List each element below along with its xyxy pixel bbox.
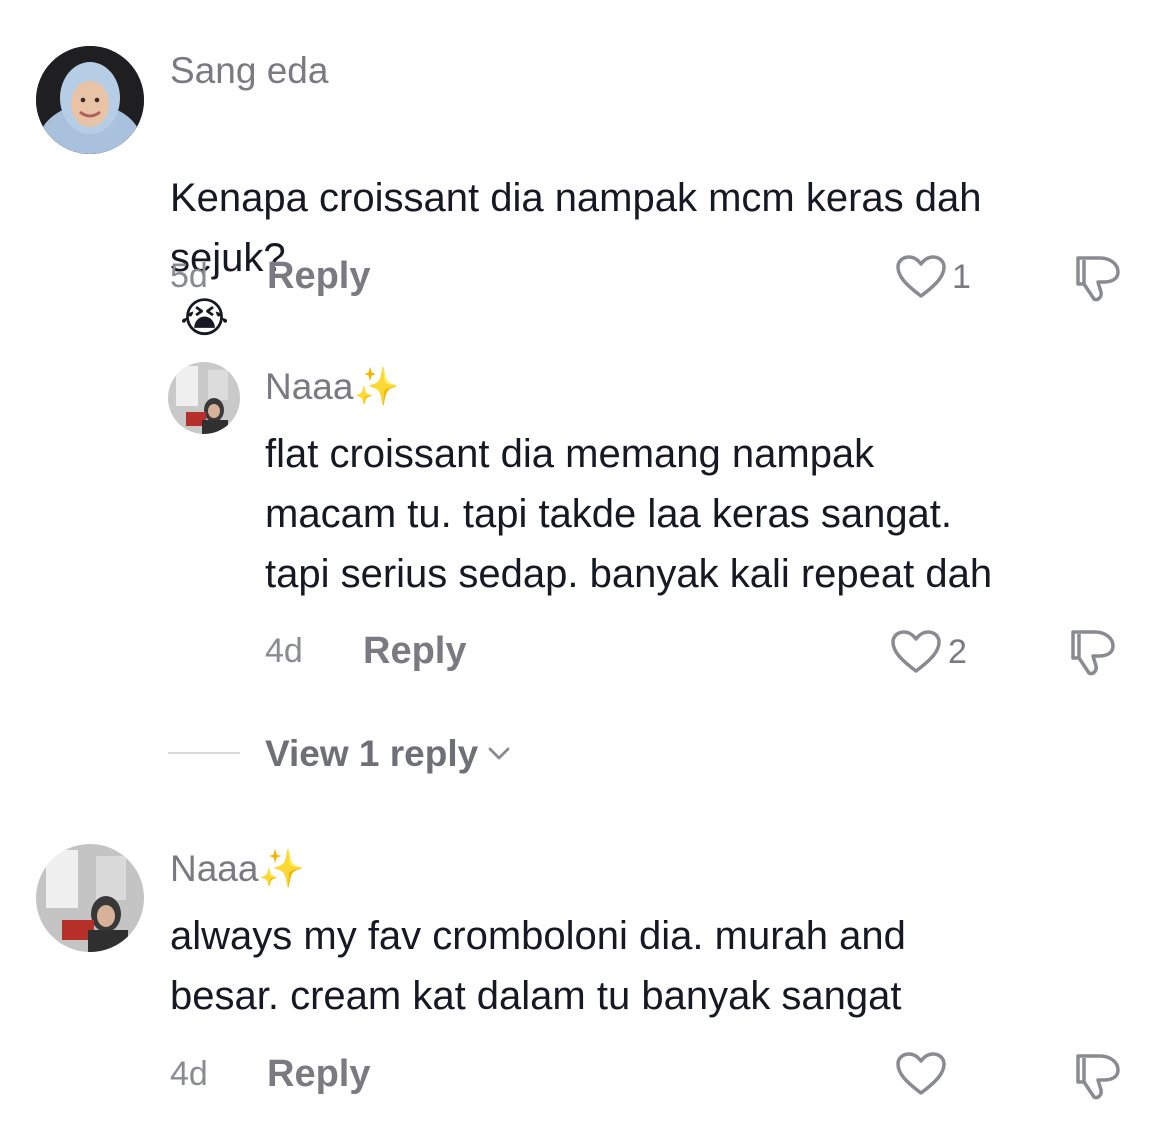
avatar-photo [36,46,144,154]
sparkles-emoji: ✨ [353,366,400,407]
view-replies-label: View 1 reply [265,733,479,774]
reply-button[interactable]: Reply [267,255,370,298]
like-count: 1 [952,258,971,296]
comment-username[interactable]: Sang eda [170,50,328,92]
view-replies-button[interactable]: View 1 reply [265,733,510,775]
avatar-photo [168,362,240,434]
comment-username[interactable]: Naaa✨ [170,848,305,891]
comment-text: flat croissant dia memang nampak macam t… [265,432,993,596]
heart-outline-icon[interactable] [895,1051,947,1097]
avatar[interactable] [36,46,144,154]
comment-text: always my fav cromboloni dia. murah and … [170,914,906,1018]
comment-text: Kenapa croissant dia nampak mcm keras da… [170,108,1150,349]
heart-outline-icon[interactable] [890,629,942,675]
heart-outline-icon[interactable] [895,254,947,300]
comment-timestamp: 4d [170,1055,208,1093]
username-text: Naaa [170,848,259,889]
avatar-photo [36,844,144,952]
avatar[interactable] [168,362,240,434]
crying-face-emoji: 😭 [180,294,230,341]
sparkles-emoji: ✨ [258,848,305,889]
comment-username[interactable]: Naaa✨ [265,366,400,409]
chevron-down-icon [488,747,510,761]
thumbs-down-outline-icon[interactable] [1070,252,1124,304]
replies-divider [168,752,240,754]
reply-button[interactable]: Reply [363,630,466,673]
reply-button[interactable]: Reply [267,1053,370,1096]
like-count: 2 [948,633,967,671]
thumbs-down-outline-icon[interactable] [1070,1050,1124,1102]
avatar[interactable] [36,844,144,952]
comment-timestamp: 4d [265,632,303,670]
username-text: Naaa [265,366,354,407]
comment-timestamp: 5d [170,257,208,295]
thumbs-down-outline-icon[interactable] [1065,626,1119,678]
